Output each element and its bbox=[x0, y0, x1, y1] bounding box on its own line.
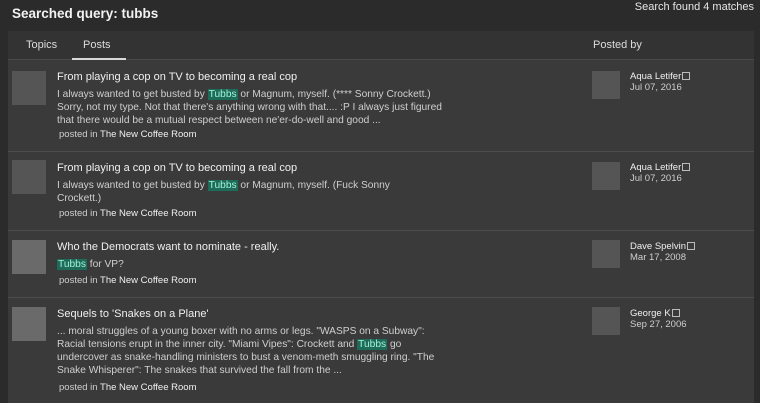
post-excerpt: ... moral struggles of a young boxer wit… bbox=[57, 325, 449, 377]
author-avatar[interactable] bbox=[592, 240, 620, 268]
post-date: Mar 17, 2008 bbox=[630, 252, 686, 263]
post-date: Jul 07, 2016 bbox=[630, 173, 682, 184]
tabs-bar: Topics Posts Posted by bbox=[8, 31, 754, 60]
room-link[interactable]: The New Coffee Room bbox=[100, 129, 196, 140]
search-query: tubbs bbox=[121, 6, 159, 21]
room-link[interactable]: The New Coffee Room bbox=[100, 275, 196, 286]
posted-in-label: posted in bbox=[59, 208, 98, 219]
external-link-icon bbox=[682, 163, 691, 172]
post-title[interactable]: Who the Democrats want to nominate - rea… bbox=[57, 241, 279, 253]
author-link[interactable]: Aqua Letifer bbox=[630, 162, 691, 173]
author-link[interactable]: Dave Spelvin bbox=[630, 241, 695, 252]
posted-by-header: Posted by bbox=[593, 39, 642, 51]
title-prefix: Searched query: bbox=[12, 6, 122, 21]
page-title: Searched query: tubbs bbox=[12, 6, 158, 21]
query-highlight: Tubbs bbox=[207, 89, 238, 100]
external-link-icon bbox=[682, 72, 691, 81]
post-date: Sep 27, 2006 bbox=[630, 319, 687, 330]
post-excerpt: I always wanted to get busted by Tubbs o… bbox=[57, 179, 427, 205]
post-excerpt: I always wanted to get busted by Tubbs o… bbox=[57, 88, 452, 127]
posted-in-label: posted in bbox=[59, 382, 98, 393]
room-link[interactable]: The New Coffee Room bbox=[100, 208, 196, 219]
list-item: From playing a cop on TV to becoming a r… bbox=[8, 60, 754, 152]
excerpt-text: I always wanted to get busted by bbox=[57, 180, 208, 191]
post-title[interactable]: Sequels to 'Snakes on a Plane' bbox=[57, 308, 209, 320]
excerpt-text: for VP? bbox=[86, 259, 124, 270]
list-item: Who the Democrats want to nominate - rea… bbox=[8, 231, 754, 298]
match-count: Search found 4 matches bbox=[634, 1, 754, 13]
photo-avatar[interactable] bbox=[12, 307, 46, 341]
tab-topics[interactable]: Topics bbox=[26, 39, 57, 51]
author-avatar[interactable] bbox=[592, 162, 620, 190]
external-link-icon bbox=[686, 242, 695, 251]
list-item: From playing a cop on TV to becoming a r… bbox=[8, 152, 754, 231]
tab-posts[interactable]: Posts bbox=[72, 39, 125, 60]
posted-in-label: posted in bbox=[59, 275, 98, 286]
author-link[interactable]: George K bbox=[630, 308, 680, 319]
photo-avatar[interactable] bbox=[12, 240, 46, 274]
author-name[interactable]: Aqua Letifer bbox=[630, 162, 681, 173]
author-avatar[interactable] bbox=[592, 71, 620, 99]
room-link[interactable]: The New Coffee Room bbox=[100, 382, 196, 393]
sketch-avatar[interactable] bbox=[12, 160, 46, 194]
posted-in: posted in The New Coffee Room bbox=[59, 382, 196, 393]
post-date: Jul 07, 2016 bbox=[630, 82, 682, 93]
query-highlight: Tubbs bbox=[57, 259, 87, 270]
author-avatar[interactable] bbox=[592, 307, 620, 335]
query-highlight: Tubbs bbox=[357, 339, 388, 350]
author-name[interactable]: Aqua Letifer bbox=[630, 71, 681, 82]
posted-in: posted in The New Coffee Room bbox=[59, 129, 196, 140]
post-excerpt: Tubbs for VP? bbox=[57, 258, 452, 271]
author-name[interactable]: George K bbox=[630, 308, 671, 319]
sketch-avatar[interactable] bbox=[12, 71, 46, 105]
post-title[interactable]: From playing a cop on TV to becoming a r… bbox=[57, 71, 297, 83]
posted-in: posted in The New Coffee Room bbox=[59, 275, 196, 286]
results-panel: Topics Posts Posted by From playing a co… bbox=[8, 31, 754, 403]
query-highlight: Tubbs bbox=[207, 180, 238, 191]
list-item: Sequels to 'Snakes on a Plane' ... moral… bbox=[8, 298, 754, 403]
post-title[interactable]: From playing a cop on TV to becoming a r… bbox=[57, 162, 297, 174]
results-header: Searched query: tubbs Search found 4 mat… bbox=[0, 0, 760, 30]
posted-in-label: posted in bbox=[59, 129, 98, 140]
posted-in: posted in The New Coffee Room bbox=[59, 208, 196, 219]
external-link-icon bbox=[671, 309, 680, 318]
excerpt-text: I always wanted to get busted by bbox=[57, 89, 208, 100]
author-link[interactable]: Aqua Letifer bbox=[630, 71, 691, 82]
author-name[interactable]: Dave Spelvin bbox=[630, 241, 686, 252]
